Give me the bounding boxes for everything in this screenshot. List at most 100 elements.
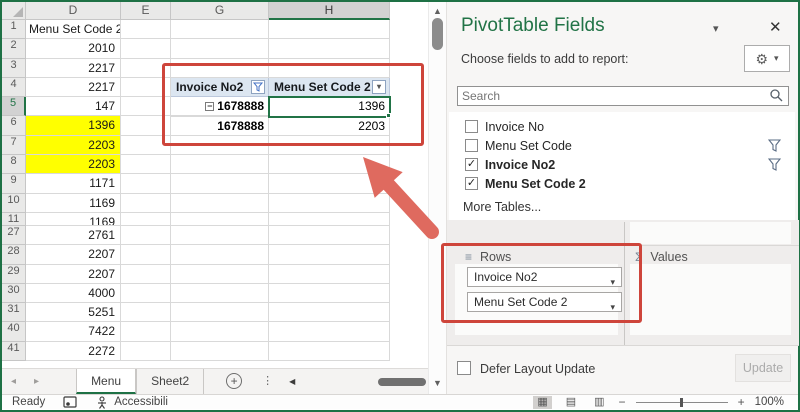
cell-E4[interactable] bbox=[121, 78, 171, 97]
cell-H30[interactable] bbox=[269, 284, 390, 303]
cell-E29[interactable] bbox=[121, 265, 171, 284]
sheet-nav-left-icon[interactable]: ◂ bbox=[2, 369, 25, 394]
zoom-out-button[interactable]: − bbox=[619, 395, 626, 409]
pivot-menu-cell[interactable]: 1396 bbox=[269, 97, 390, 116]
cell-D11[interactable]: 1169 bbox=[26, 213, 121, 226]
cell-D27[interactable]: 2761 bbox=[26, 226, 121, 245]
cell-E6[interactable] bbox=[121, 116, 171, 135]
cell-H2[interactable] bbox=[269, 39, 390, 58]
column-header-G[interactable]: G bbox=[171, 2, 269, 20]
cell-D30[interactable]: 4000 bbox=[26, 284, 121, 303]
accessibility-status[interactable]: Accessibili bbox=[96, 396, 168, 409]
row-number-cell[interactable]: 41 bbox=[2, 342, 26, 361]
row-number-cell[interactable]: 40 bbox=[2, 322, 26, 341]
hscroll-left-icon[interactable]: ◀ bbox=[283, 369, 301, 394]
row-number-cell[interactable]: 9 bbox=[2, 174, 26, 193]
dropdown-arrow-icon[interactable]: ▾ bbox=[372, 80, 386, 94]
cell-G41[interactable] bbox=[171, 342, 269, 361]
cell-H41[interactable] bbox=[269, 342, 390, 361]
row-number-cell[interactable]: 30 bbox=[2, 284, 26, 303]
cell-G8[interactable] bbox=[171, 155, 269, 174]
cell-G3[interactable] bbox=[171, 59, 269, 78]
cell-G2[interactable] bbox=[171, 39, 269, 58]
cell-E41[interactable] bbox=[121, 342, 171, 361]
cell-D40[interactable]: 7422 bbox=[26, 322, 121, 341]
cell-G10[interactable] bbox=[171, 194, 269, 213]
pivot-invoice-cell[interactable]: −1678888 bbox=[171, 97, 269, 116]
cell-H7[interactable] bbox=[269, 136, 390, 155]
pane-close-icon[interactable]: ✕ bbox=[769, 18, 782, 36]
defer-layout-checkbox[interactable] bbox=[457, 361, 471, 375]
row-number-cell[interactable]: 31 bbox=[2, 303, 26, 322]
cell-E40[interactable] bbox=[121, 322, 171, 341]
row-number-cell[interactable]: 10 bbox=[2, 194, 26, 213]
horizontal-scrollbar-thumb[interactable] bbox=[378, 378, 426, 386]
rows-area-pill-1[interactable]: Invoice No2▾ bbox=[467, 267, 622, 287]
zoom-slider[interactable] bbox=[636, 402, 728, 403]
cell-H3[interactable] bbox=[269, 59, 390, 78]
values-area-box[interactable] bbox=[630, 264, 791, 335]
cell-D7[interactable]: 2203 bbox=[26, 136, 121, 155]
tabbar-dots-icon[interactable]: ⋮ bbox=[252, 369, 283, 394]
pane-options-caret-icon[interactable]: ▾ bbox=[713, 22, 719, 35]
search-box[interactable] bbox=[457, 86, 789, 106]
zoom-in-button[interactable]: + bbox=[738, 395, 745, 409]
cell-E5[interactable] bbox=[121, 97, 171, 116]
macro-record-icon[interactable] bbox=[63, 396, 78, 409]
row-number-cell[interactable]: 7 bbox=[2, 136, 26, 155]
cell-D4[interactable]: 2217 bbox=[26, 78, 121, 97]
row-number-cell[interactable]: 3 bbox=[2, 59, 26, 78]
cell-G30[interactable] bbox=[171, 284, 269, 303]
rows-area-box[interactable]: Invoice No2▾Menu Set Code 2▾ bbox=[455, 264, 618, 335]
row-number-cell[interactable]: 6 bbox=[2, 116, 26, 135]
column-header-D[interactable]: D bbox=[26, 2, 121, 20]
field-item-menu-set-code[interactable]: Menu Set Code bbox=[449, 136, 795, 155]
new-sheet-button[interactable]: + bbox=[226, 373, 242, 389]
cell-D29[interactable]: 2207 bbox=[26, 265, 121, 284]
cell-E1[interactable] bbox=[121, 20, 171, 39]
pivot-invoice-cell[interactable]: 1678888 bbox=[171, 117, 269, 136]
pill-dropdown-icon[interactable]: ▾ bbox=[610, 273, 615, 291]
cell-H31[interactable] bbox=[269, 303, 390, 322]
field-item-menu-set-code-2[interactable]: ✓Menu Set Code 2 bbox=[449, 174, 795, 193]
cell-D2[interactable]: 2010 bbox=[26, 39, 121, 58]
cell-H29[interactable] bbox=[269, 265, 390, 284]
vertical-scrollbar-thumb[interactable] bbox=[432, 18, 443, 50]
pill-dropdown-icon[interactable]: ▾ bbox=[610, 298, 615, 316]
update-button[interactable]: Update bbox=[735, 354, 791, 382]
scroll-up-icon[interactable]: ▲ bbox=[433, 6, 442, 16]
row-number-cell[interactable]: 28 bbox=[2, 245, 26, 264]
cell-G28[interactable] bbox=[171, 245, 269, 264]
cell-D5[interactable]: 147 bbox=[26, 97, 121, 116]
cell-D41[interactable]: 2272 bbox=[26, 342, 121, 361]
cell-G11[interactable] bbox=[171, 213, 269, 226]
cell-G9[interactable] bbox=[171, 174, 269, 193]
field-checkbox[interactable] bbox=[465, 139, 478, 152]
sheet-nav-right-icon[interactable]: ▸ bbox=[25, 369, 48, 394]
cell-E3[interactable] bbox=[121, 59, 171, 78]
row-number-cell[interactable]: 8 bbox=[2, 155, 26, 174]
sheet-tab-sheet2[interactable]: Sheet2 bbox=[136, 369, 204, 394]
fill-handle[interactable] bbox=[386, 113, 391, 118]
page-layout-view-button[interactable]: ▤ bbox=[562, 396, 580, 409]
pivot-header-1[interactable]: Invoice No2 bbox=[171, 78, 269, 97]
row-number-cell[interactable]: 2 bbox=[2, 39, 26, 58]
sheet-tab-menu[interactable]: Menu bbox=[76, 369, 136, 394]
pivot-menu-cell[interactable]: 2203 bbox=[269, 117, 390, 136]
zoom-slider-thumb[interactable] bbox=[680, 398, 683, 407]
more-tables-link[interactable]: More Tables... bbox=[463, 200, 541, 214]
cell-E2[interactable] bbox=[121, 39, 171, 58]
row-number-cell[interactable]: 5 bbox=[2, 97, 26, 116]
cell-G27[interactable] bbox=[171, 226, 269, 245]
cell-G7[interactable] bbox=[171, 136, 269, 155]
cell-E10[interactable] bbox=[121, 194, 171, 213]
field-item-invoice-no[interactable]: Invoice No bbox=[449, 117, 795, 136]
pivot-header-2[interactable]: Menu Set Code 2▾ bbox=[269, 78, 390, 97]
select-all-corner[interactable] bbox=[2, 2, 26, 20]
cell-H10[interactable] bbox=[269, 194, 390, 213]
cell-H1[interactable] bbox=[269, 20, 390, 39]
vertical-scrollbar[interactable]: ▲ ▼ bbox=[428, 2, 446, 394]
cell-E9[interactable] bbox=[121, 174, 171, 193]
column-header-E[interactable]: E bbox=[121, 2, 171, 20]
row-number-cell[interactable]: 4 bbox=[2, 78, 26, 97]
